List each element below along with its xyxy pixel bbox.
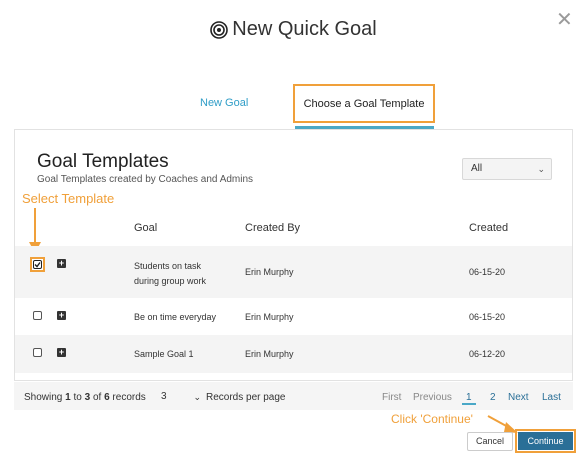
goal-cell-line: during group work <box>134 276 207 286</box>
goal-cell: Be on time everyday <box>134 312 217 322</box>
created-by-cell: Erin Murphy <box>245 349 294 359</box>
annotation-click-continue: Click 'Continue' <box>391 412 473 426</box>
created-cell: 06-12-20 <box>469 349 506 359</box>
created-by-cell: Erin Murphy <box>245 312 294 322</box>
expand-plus-icon[interactable]: + <box>57 348 66 357</box>
pagination-last[interactable]: Last <box>542 392 561 403</box>
filter-selected-value: All <box>471 163 483 174</box>
panel-title: Goal Templates <box>37 151 169 172</box>
created-cell: 06-15-20 <box>469 312 506 322</box>
records-summary-prefix: Showing <box>24 392 63 403</box>
chevron-down-icon: ⌄ <box>537 164 545 174</box>
chevron-down-icon: ⌄ <box>193 392 201 402</box>
column-header-goal: Goal <box>134 222 158 234</box>
records-per-page-value: 3 <box>161 391 167 402</box>
tab-new-goal[interactable]: New Goal <box>200 97 248 109</box>
tab-choose-goal-template[interactable]: Choose a Goal Template <box>293 84 435 123</box>
records-per-page-label: Records per page <box>206 392 286 403</box>
pagination-page-1[interactable]: 1 <box>462 392 476 405</box>
pagination-page-2[interactable]: 2 <box>490 392 496 403</box>
cancel-button[interactable]: Cancel <box>467 432 513 451</box>
records-to: 3 <box>84 392 91 403</box>
expand-plus-icon[interactable]: + <box>57 311 66 320</box>
modal-title: New Quick Goal <box>0 18 587 45</box>
expand-plus-icon[interactable]: + <box>57 259 66 268</box>
records-of-word: of <box>92 392 102 403</box>
column-header-created: Created <box>469 222 509 234</box>
modal-title-text: New Quick Goal <box>232 18 377 40</box>
goal-cell: Sample Goal 1 <box>134 349 194 359</box>
column-header-created-by: Created By <box>245 222 301 234</box>
records-from: 1 <box>65 392 71 403</box>
close-icon[interactable]: ✕ <box>556 10 573 30</box>
pagination-next[interactable]: Next <box>508 392 529 403</box>
row-checkbox-checked[interactable] <box>33 260 42 269</box>
row-checkbox[interactable] <box>33 311 42 320</box>
pagination-previous[interactable]: Previous <box>413 392 452 403</box>
panel-subtitle: Goal Templates created by Coaches and Ad… <box>37 174 254 185</box>
continue-button[interactable]: Continue <box>518 432 573 450</box>
created-cell: 06-15-20 <box>469 267 506 277</box>
annotation-select-template: Select Template <box>22 191 115 206</box>
records-word: records <box>112 392 146 403</box>
records-per-page-select[interactable]: 3 ⌄ <box>157 388 201 406</box>
records-total: 6 <box>104 392 110 403</box>
target-icon <box>210 21 229 45</box>
records-summary: Showing 1 to 3 of 6 records <box>24 392 146 403</box>
goal-cell: Students on task during group work <box>134 259 206 289</box>
goal-cell-line: Students on task <box>134 261 202 271</box>
pagination-first[interactable]: First <box>382 392 401 403</box>
created-by-cell: Erin Murphy <box>245 267 294 277</box>
records-to-word: to <box>73 392 82 403</box>
row-checkbox[interactable] <box>33 348 42 357</box>
filter-select[interactable]: All ⌄ <box>462 158 552 180</box>
check-icon <box>34 262 41 268</box>
